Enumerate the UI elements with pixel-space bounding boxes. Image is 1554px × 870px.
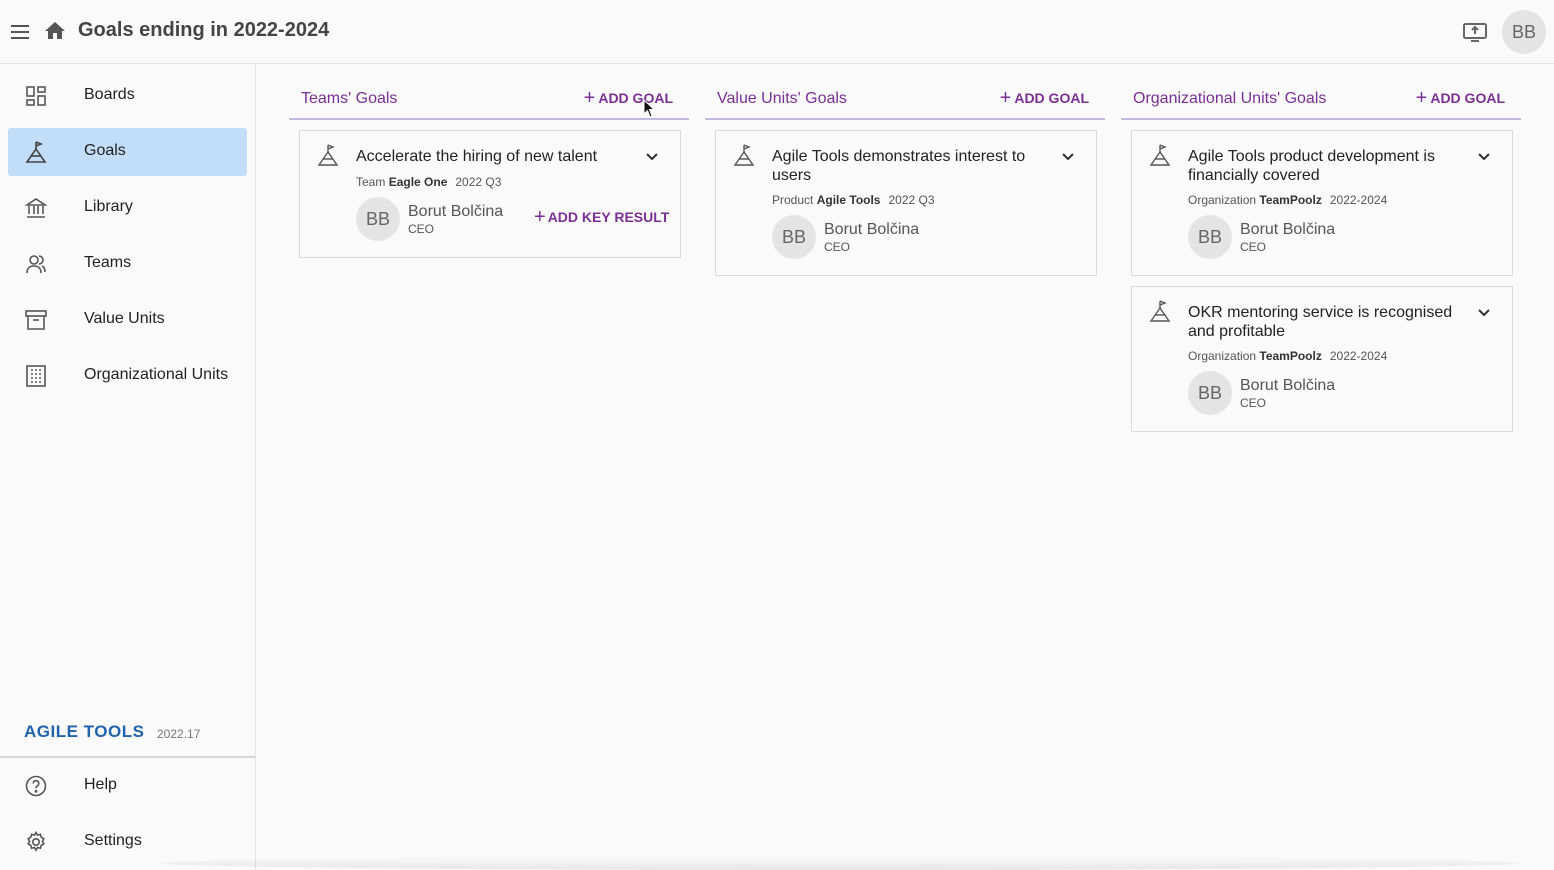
teams-goals-column: Teams' Goals + ADD GOAL Accelerate the hi… xyxy=(289,80,689,258)
sidebar: Boards Goals Library Teams Value Units O… xyxy=(0,64,256,870)
organizational-units-goals-column: Organizational Units' Goals + ADD GOAL Ag… xyxy=(1121,80,1521,432)
goal-title[interactable]: Agile Tools product development is finan… xyxy=(1188,147,1478,185)
goal-flag-icon xyxy=(24,140,48,164)
sidebar-item-label: Organizational Units xyxy=(84,366,229,383)
page-title: Goals ending in 2022-2024 xyxy=(78,19,330,41)
goal-meta: Product Agile Tools 2022 Q3 xyxy=(772,193,935,207)
goal-flag-icon xyxy=(316,143,340,167)
owner-name: Borut Bolčina xyxy=(824,221,920,238)
chevron-down-icon[interactable] xyxy=(642,147,662,167)
dashboard-icon xyxy=(24,84,48,108)
sidebar-item-help[interactable]: Help xyxy=(8,762,247,810)
present-to-all-icon[interactable] xyxy=(1462,20,1488,44)
column-title: Teams' Goals xyxy=(301,90,398,107)
goal-title[interactable]: Agile Tools demonstrates interest to use… xyxy=(772,147,1062,185)
help-icon xyxy=(24,774,48,798)
sidebar-item-label: Boards xyxy=(84,86,135,103)
owner-name: Borut Bolčina xyxy=(1240,221,1336,238)
goal-flag-icon xyxy=(732,143,756,167)
goal-meta: Organization TeamPoolz 2022-2024 xyxy=(1188,349,1388,363)
plus-icon: + xyxy=(1415,87,1428,109)
bottom-shadow xyxy=(160,856,1520,870)
add-key-result-button[interactable]: + ADD KEY RESULT xyxy=(534,206,669,228)
column-header: Value Units' Goals + ADD GOAL xyxy=(705,80,1105,120)
archive-box-icon xyxy=(24,308,48,332)
avatar: BB xyxy=(356,197,400,241)
owner-role: CEO xyxy=(408,222,435,236)
menu-icon[interactable] xyxy=(8,20,32,44)
mouse-cursor-icon xyxy=(643,98,656,119)
sidebar-item-label: Settings xyxy=(84,832,142,849)
top-app-bar: Goals ending in 2022-2024 BB xyxy=(0,0,1554,64)
sidebar-item-label: Library xyxy=(84,198,133,215)
gear-icon xyxy=(24,830,48,854)
goal-flag-icon xyxy=(1148,299,1172,323)
goal-title[interactable]: OKR mentoring service is recognised and … xyxy=(1188,303,1478,341)
owner-name: Borut Bolčina xyxy=(408,203,504,220)
owner-role: CEO xyxy=(824,240,851,254)
goal-flag-icon xyxy=(1148,143,1172,167)
sidebar-item-label: Value Units xyxy=(84,310,165,327)
sidebar-item-goals[interactable]: Goals xyxy=(8,128,247,176)
owner-name: Borut Bolčina xyxy=(1240,377,1336,394)
brand-logo: AGILE TOOLS xyxy=(24,722,145,741)
add-goal-button[interactable]: + ADD GOAL xyxy=(583,87,673,109)
sidebar-item-library[interactable]: Library xyxy=(8,184,247,232)
home-icon[interactable] xyxy=(43,19,67,43)
avatar: BB xyxy=(772,215,816,259)
divider xyxy=(0,756,255,758)
avatar: BB xyxy=(1188,215,1232,259)
sidebar-item-label: Goals xyxy=(84,142,126,159)
plus-icon: + xyxy=(534,206,546,228)
goal-card[interactable]: Agile Tools demonstrates interest to use… xyxy=(715,130,1097,276)
owner-role: CEO xyxy=(1240,396,1267,410)
goal-card[interactable]: Accelerate the hiring of new talent Team… xyxy=(299,130,681,258)
column-title: Organizational Units' Goals xyxy=(1133,90,1327,107)
plus-icon: + xyxy=(583,87,596,109)
goal-meta: Organization TeamPoolz 2022-2024 xyxy=(1188,193,1388,207)
goal-card[interactable]: OKR mentoring service is recognised and … xyxy=(1131,286,1513,432)
building-icon xyxy=(24,364,48,388)
column-header: Teams' Goals + ADD GOAL xyxy=(289,80,689,120)
team-icon xyxy=(24,252,48,276)
chevron-down-icon[interactable] xyxy=(1474,303,1494,323)
chevron-down-icon[interactable] xyxy=(1058,147,1078,167)
value-units-goals-column: Value Units' Goals + ADD GOAL Agile Tools… xyxy=(705,80,1105,276)
library-icon xyxy=(24,196,48,220)
goal-card[interactable]: Agile Tools product development is finan… xyxy=(1131,130,1513,276)
column-header: Organizational Units' Goals + ADD GOAL xyxy=(1121,80,1521,120)
sidebar-item-label: Teams xyxy=(84,254,132,271)
add-goal-button[interactable]: + ADD GOAL xyxy=(1415,87,1505,109)
column-title: Value Units' Goals xyxy=(717,90,847,107)
goal-title[interactable]: Accelerate the hiring of new talent xyxy=(356,147,646,166)
sidebar-item-value-units[interactable]: Value Units xyxy=(8,296,247,344)
sidebar-item-organizational-units[interactable]: Organizational Units xyxy=(8,352,247,400)
goal-meta: Team Eagle One 2022 Q3 xyxy=(356,175,502,189)
sidebar-item-settings[interactable]: Settings xyxy=(8,818,247,866)
brand: AGILE TOOLS 2022.17 xyxy=(24,722,200,746)
user-avatar[interactable]: BB xyxy=(1502,10,1546,54)
sidebar-item-label: Help xyxy=(84,776,117,793)
sidebar-item-teams[interactable]: Teams xyxy=(8,240,247,288)
avatar: BB xyxy=(1188,371,1232,415)
plus-icon: + xyxy=(999,87,1012,109)
owner-role: CEO xyxy=(1240,240,1267,254)
add-goal-button[interactable]: + ADD GOAL xyxy=(999,87,1089,109)
sidebar-item-boards[interactable]: Boards xyxy=(8,72,247,120)
app-version: 2022.17 xyxy=(157,727,201,741)
chevron-down-icon[interactable] xyxy=(1474,147,1494,167)
